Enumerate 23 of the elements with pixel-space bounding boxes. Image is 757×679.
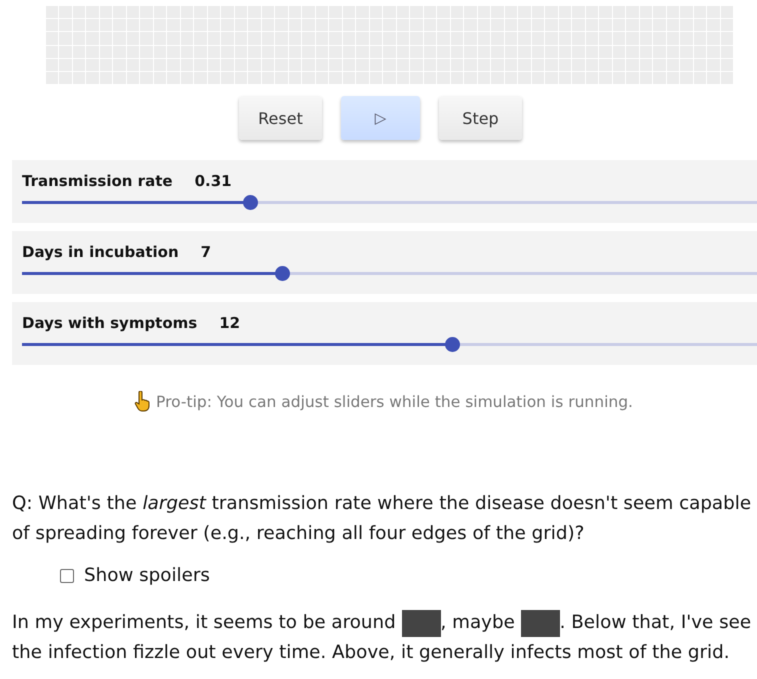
redacted-block — [520, 610, 560, 636]
answer-text: . Below that, I've see — [560, 611, 752, 635]
pointing-hand-icon — [134, 391, 152, 412]
play-button[interactable]: ▷ — [341, 96, 420, 140]
control-button[interactable]: Reset — [239, 96, 322, 140]
answer-text: , maybe — [440, 611, 516, 635]
spoiler-checkbox[interactable] — [60, 568, 74, 582]
slider-thumb[interactable] — [444, 337, 460, 352]
control-button[interactable]: Step — [439, 96, 522, 140]
slider-label: Transmission rate — [22, 172, 173, 192]
redacted-block — [402, 610, 441, 636]
checkbox-label[interactable]: Show spoilers — [84, 565, 210, 586]
slider-value: 0.31 — [194, 172, 232, 192]
answer-text: the infection fizzle out every time. Above, it generally infects most of the grid. — [12, 641, 730, 665]
answer-text: In my experiments, it seems to be around — [12, 611, 397, 635]
slider-value: 7 — [200, 243, 212, 263]
question-text: Q: What's the largest transmission rate where the disease doesn't seem capable of spreading forever (e.g., reaching all four edges of the grid)? — [12, 492, 752, 546]
slider-value: 12 — [219, 314, 240, 334]
slider-thumb[interactable] — [275, 266, 290, 281]
tip-text: Pro-tip: You can adjust sliders while the simulation is running. — [156, 392, 633, 410]
slider-label: Days with symptoms — [22, 314, 198, 334]
slider-thumb[interactable] — [242, 195, 258, 210]
slider-label: Days in incubation — [22, 243, 179, 263]
